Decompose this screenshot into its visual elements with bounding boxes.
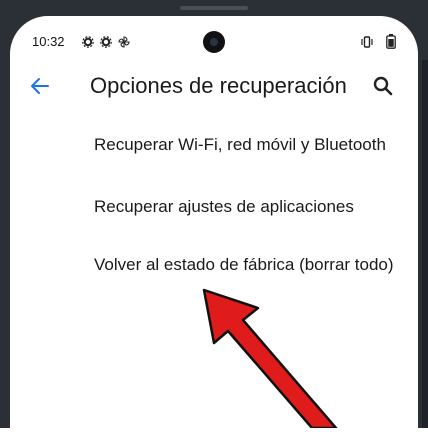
speaker-grille	[180, 6, 248, 10]
front-camera	[203, 31, 225, 53]
search-icon[interactable]	[371, 74, 395, 98]
vibrate-icon	[360, 35, 374, 54]
status-icons-right	[360, 34, 396, 54]
status-bar: 10:32	[10, 30, 418, 54]
battery-icon	[386, 34, 396, 54]
side-button	[422, 60, 428, 428]
pinwheel-icon	[118, 35, 130, 48]
option-reset-app-settings[interactable]: Recuperar ajustes de aplicaciones	[94, 196, 404, 218]
phone-screen: 10:32 Opciones de recuperación Recuperar…	[10, 16, 418, 446]
back-arrow-icon[interactable]	[28, 74, 52, 98]
page-title: Opciones de recuperación	[90, 73, 347, 98]
app-bar: Opciones de recuperación	[10, 66, 418, 106]
option-reset-network[interactable]: Recuperar Wi-Fi, red móvil y Bluetooth	[94, 134, 404, 156]
status-icons-left	[82, 35, 130, 48]
gear-icon	[100, 35, 112, 48]
status-time: 10:32	[32, 34, 65, 49]
gear-icon	[82, 35, 94, 48]
option-factory-reset[interactable]: Volver al estado de fábrica (borrar todo…	[94, 254, 404, 276]
